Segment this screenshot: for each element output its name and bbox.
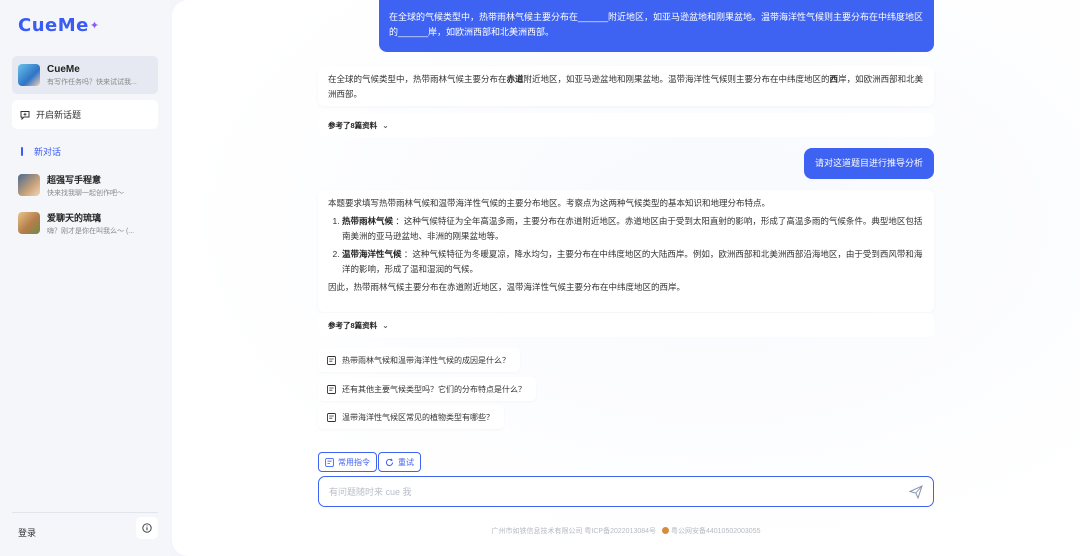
app: CueMe ✦ CueMe 有写作任务吗？快来试试我... 开启新话题 新对话 <box>0 0 1080 556</box>
ai-message-text: 本题要求填写热带雨林气候和温带海洋性气候的主要分布地区。考察点为这两种气候类型的… <box>318 190 934 299</box>
chat-name: 爱聊天的琉璃 <box>47 212 102 223</box>
chevron-down-icon: ⌄ <box>382 320 389 330</box>
info-icon <box>142 522 152 533</box>
refresh-icon <box>385 458 394 466</box>
active-indicator <box>21 146 23 156</box>
sidebar-footer: 登录 <box>12 512 158 542</box>
profile-name: CueMe <box>47 63 80 75</box>
chat-area: 在全球的气候类型中，热带雨林气候主要分布在______附近地区，如亚马逊盆地和刚… <box>172 0 1080 556</box>
new-chat-label: 新对话 <box>34 146 62 157</box>
login-link[interactable]: 登录 <box>12 526 36 539</box>
avatar <box>18 64 40 86</box>
user-message: 请对这道题目进行推导分析 <box>804 148 934 179</box>
ai-message-text: 在全球的气候类型中，热带雨林气候主要分布在赤道附近地区，如亚马逊盆地和刚果盆地。… <box>328 74 924 99</box>
police-record[interactable]: 粤公网安备44010502003055 <box>671 528 761 535</box>
question-icon <box>327 412 336 422</box>
references-label: 参考了8篇资料 <box>328 120 378 130</box>
retry-button[interactable]: 重试 <box>378 452 421 472</box>
common-commands-button[interactable]: 常用指令 <box>318 452 377 472</box>
suggested-question[interactable]: 热带雨林气候和温带海洋性气候的成因是什么？ <box>318 348 520 372</box>
site-footer: 广州市如铁信息技术有限公司 粤ICP备2022013084号 粤公网安备4401… <box>318 526 934 536</box>
suggested-question[interactable]: 温带海洋性气候区常见的植物类型有哪些？ <box>318 405 504 429</box>
references-toggle[interactable]: 参考了8篇资料 ⌄ <box>318 113 934 137</box>
sidebar-item-chat[interactable]: 超强写手程意 快来找我聊一起创作吧～ <box>12 171 158 199</box>
ai-intro: 本题要求填写热带雨林气候和温带海洋性气候的主要分布地区。考察点为这两种气候类型的… <box>328 198 771 208</box>
logo-text: CueMe <box>18 14 89 36</box>
sidebar-item-chat[interactable]: 爱聊天的琉璃 嗨？刚才是你在叫我么～ (... <box>12 209 158 237</box>
references-toggle[interactable]: 参考了8篇资料 ⌄ <box>318 313 934 337</box>
chat-subtitle: 嗨？刚才是你在叫我么～ (... <box>47 227 135 235</box>
avatar <box>18 212 40 234</box>
icp-record[interactable]: 广州市如铁信息技术有限公司 粤ICP备2022013084号 <box>491 528 656 535</box>
sidebar: CueMe ✦ CueMe 有写作任务吗？快来试试我... 开启新话题 新对话 <box>0 0 170 556</box>
sidebar-item-new-chat[interactable]: 新对话 <box>12 141 158 161</box>
send-icon[interactable] <box>909 484 923 499</box>
suggested-question[interactable]: 还有其他主要气候类型吗？它们的分布特点是什么？ <box>318 377 536 401</box>
info-button[interactable] <box>136 516 158 539</box>
chevron-down-icon: ⌄ <box>382 120 389 130</box>
list-item: 热带雨林气候 ：这种气候特征为全年高温多雨，主要分布在赤道附近地区。赤道地区由于… <box>342 214 924 244</box>
logo[interactable]: CueMe ✦ <box>12 10 158 40</box>
ai-conclusion: 因此，热带雨林气候主要分布在赤道附近地区，温带海洋性气候主要分布在中纬度地区的西… <box>328 282 686 292</box>
new-topic-icon <box>20 110 30 120</box>
police-badge-icon <box>661 527 669 535</box>
new-topic-label: 开启新话题 <box>36 110 82 120</box>
message-composer <box>318 476 934 507</box>
chat-subtitle: 快来找我聊一起创作吧～ <box>47 189 124 197</box>
sparkle-icon: ✦ <box>89 19 100 32</box>
question-icon <box>327 384 336 394</box>
ai-list: 热带雨林气候 ：这种气候特征为全年高温多雨，主要分布在赤道附近地区。赤道地区由于… <box>328 214 924 277</box>
ai-message: 在全球的气候类型中，热带雨林气候主要分布在赤道附近地区，如亚马逊盆地和刚果盆地。… <box>318 66 934 106</box>
profile-subtitle: 有写作任务吗？快来试试我... <box>47 78 137 86</box>
chat-name: 超强写手程意 <box>47 174 102 185</box>
assistant-profile-card[interactable]: CueMe 有写作任务吗？快来试试我... <box>12 56 158 94</box>
command-icon <box>325 457 334 467</box>
ai-message: 本题要求填写热带雨林气候和温带海洋性气候的主要分布地区。考察点为这两种气候类型的… <box>318 190 934 312</box>
references-label: 参考了8篇资料 <box>328 320 378 330</box>
avatar <box>18 174 40 196</box>
question-icon <box>327 355 336 365</box>
message-input[interactable] <box>329 486 909 497</box>
user-message: 在全球的气候类型中，热带雨林气候主要分布在______附近地区，如亚马逊盆地和刚… <box>379 0 934 52</box>
new-topic-button[interactable]: 开启新话题 <box>12 100 158 129</box>
list-item: 温带海洋性气候 ：这种气候特征为冬暖夏凉，降水均匀，主要分布在中纬度地区的大陆西… <box>342 247 924 277</box>
